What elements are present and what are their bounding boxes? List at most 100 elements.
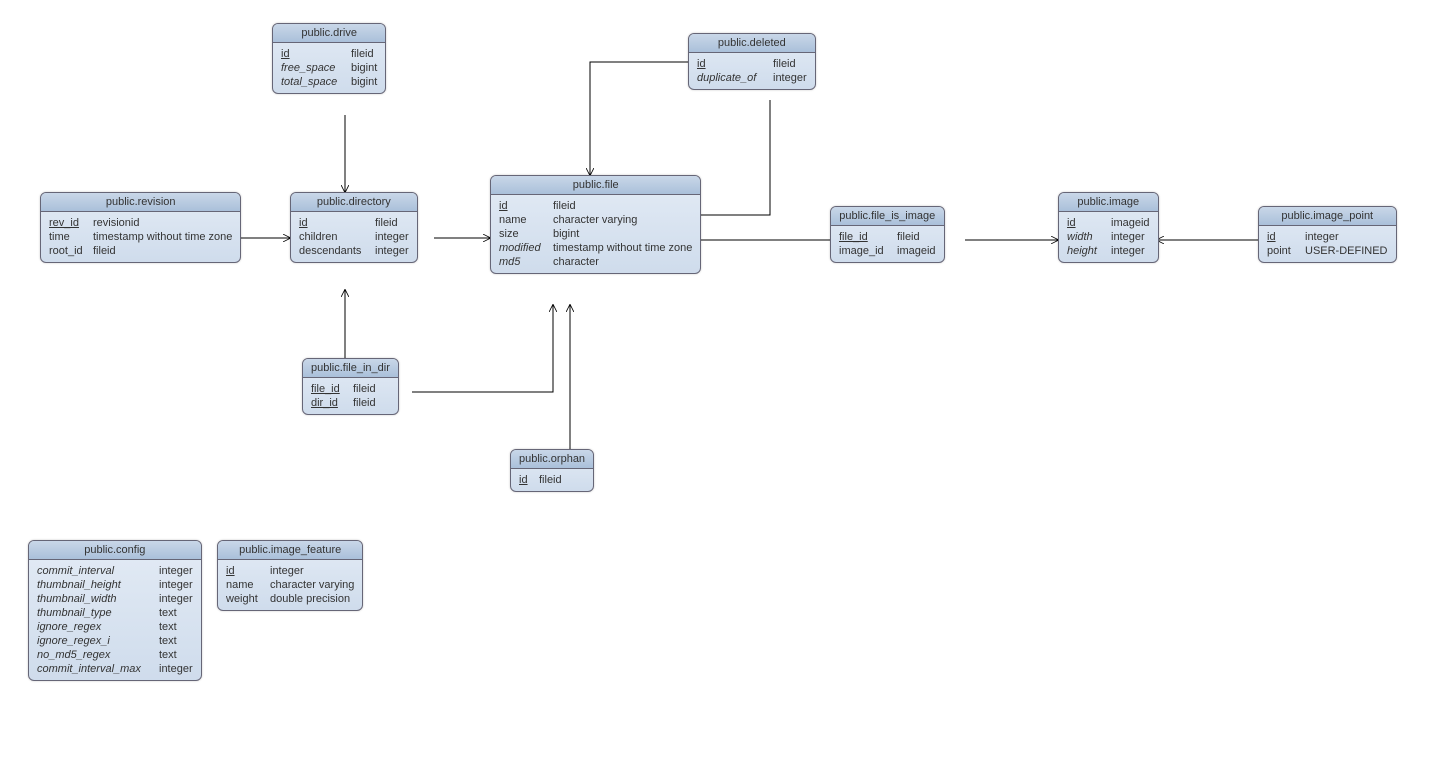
- column-name: commit_interval: [37, 565, 155, 577]
- column-name: id: [499, 200, 549, 212]
- table-row: md5character: [499, 255, 692, 269]
- table-title: public.drive: [273, 24, 385, 43]
- table-row: idfileid: [281, 47, 377, 61]
- table-row: thumbnail_heightinteger: [37, 578, 193, 592]
- table-columns: file_idfileidimage_idimageid: [831, 226, 944, 262]
- column-type: fileid: [371, 217, 398, 229]
- column-name: time: [49, 231, 89, 243]
- table-row: duplicate_ofinteger: [697, 71, 807, 85]
- column-type: bigint: [347, 76, 377, 88]
- table-orphan[interactable]: public.orphanidfileid: [510, 449, 594, 492]
- table-image[interactable]: public.imageidimageidwidthintegerheighti…: [1058, 192, 1159, 263]
- column-type: integer: [371, 231, 409, 243]
- table-columns: idimageidwidthintegerheightinteger: [1059, 212, 1158, 262]
- column-type: bigint: [549, 228, 579, 240]
- column-type: double precision: [266, 593, 350, 605]
- table-row: ignore_regextext: [37, 620, 193, 634]
- column-name: id: [697, 58, 769, 70]
- table-columns: file_idfileiddir_idfileid: [303, 378, 398, 414]
- table-row: total_spacebigint: [281, 75, 377, 89]
- column-name: descendants: [299, 245, 371, 257]
- column-name: children: [299, 231, 371, 243]
- table-title: public.deleted: [689, 34, 815, 53]
- table-row: modifiedtimestamp without time zone: [499, 241, 692, 255]
- table-title: public.file_in_dir: [303, 359, 398, 378]
- table-columns: rev_idrevisionidtimetimestamp without ti…: [41, 212, 240, 262]
- table-row: ignore_regex_itext: [37, 634, 193, 648]
- column-type: integer: [1107, 231, 1145, 243]
- table-file_in_dir[interactable]: public.file_in_dirfile_idfileiddir_idfil…: [302, 358, 399, 415]
- table-revision[interactable]: public.revisionrev_idrevisionidtimetimes…: [40, 192, 241, 263]
- column-type: imageid: [1107, 217, 1150, 229]
- table-row: pointUSER-DEFINED: [1267, 244, 1388, 258]
- table-deleted[interactable]: public.deleted idfileidduplicate_ofintege…: [688, 33, 816, 90]
- table-row: file_idfileid: [311, 382, 390, 396]
- table-row: idinteger: [226, 564, 354, 578]
- column-type: USER-DEFINED: [1301, 245, 1388, 257]
- table-row: dir_idfileid: [311, 396, 390, 410]
- column-type: character varying: [549, 214, 637, 226]
- column-name: rev_id: [49, 217, 89, 229]
- column-type: fileid: [549, 200, 576, 212]
- column-name: width: [1067, 231, 1107, 243]
- column-name: name: [499, 214, 549, 226]
- table-columns: idfileid: [511, 469, 593, 491]
- column-type: text: [155, 649, 177, 661]
- table-row: descendantsinteger: [299, 244, 409, 258]
- column-type: fileid: [89, 245, 116, 257]
- table-row: widthinteger: [1067, 230, 1150, 244]
- table-row: rev_idrevisionid: [49, 216, 232, 230]
- column-type: integer: [155, 593, 193, 605]
- table-image_point[interactable]: public.image_pointidintegerpointUSER-DEF…: [1258, 206, 1397, 263]
- table-title: public.file_is_image: [831, 207, 944, 226]
- table-image_feature[interactable]: public.image_featureidintegernamecharact…: [217, 540, 363, 611]
- column-name: name: [226, 579, 266, 591]
- table-drive[interactable]: public.driveidfileidfree_spacebiginttota…: [272, 23, 386, 94]
- table-title: public.image: [1059, 193, 1158, 212]
- table-directory[interactable]: public.directoryidfileidchildrenintegerd…: [290, 192, 418, 263]
- column-type: fileid: [893, 231, 920, 243]
- table-row: image_idimageid: [839, 244, 936, 258]
- column-type: text: [155, 607, 177, 619]
- column-name: md5: [499, 256, 549, 268]
- table-row: idfileid: [299, 216, 409, 230]
- column-type: character varying: [266, 579, 354, 591]
- column-name: free_space: [281, 62, 347, 74]
- column-type: integer: [266, 565, 304, 577]
- table-row: thumbnail_typetext: [37, 606, 193, 620]
- column-type: integer: [1301, 231, 1339, 243]
- column-type: integer: [1107, 245, 1145, 257]
- column-type: integer: [371, 245, 409, 257]
- table-title: public.orphan: [511, 450, 593, 469]
- table-title: public.image_feature: [218, 541, 362, 560]
- column-name: modified: [499, 242, 549, 254]
- column-name: thumbnail_height: [37, 579, 155, 591]
- table-file_is_image[interactable]: public.file_is_imagefile_idfileidimage_i…: [830, 206, 945, 263]
- column-name: id: [299, 217, 371, 229]
- table-row: idimageid: [1067, 216, 1150, 230]
- table-file[interactable]: public.fileidfileidnamecharacter varying…: [490, 175, 701, 274]
- column-name: image_id: [839, 245, 893, 257]
- column-name: height: [1067, 245, 1107, 257]
- column-name: file_id: [311, 383, 349, 395]
- table-columns: idfileidchildrenintegerdescendantsintege…: [291, 212, 417, 262]
- table-columns: idfileidfree_spacebiginttotal_spacebigin…: [273, 43, 385, 93]
- column-type: integer: [155, 565, 193, 577]
- table-columns: idfileidnamecharacter varyingsizebigintm…: [491, 195, 700, 273]
- column-name: ignore_regex: [37, 621, 155, 633]
- table-columns: idintegernamecharacter varyingweightdoub…: [218, 560, 362, 610]
- column-name: weight: [226, 593, 266, 605]
- table-row: namecharacter varying: [226, 578, 354, 592]
- column-type: integer: [769, 72, 807, 84]
- table-row: idinteger: [1267, 230, 1388, 244]
- table-columns: commit_intervalintegerthumbnail_heightin…: [29, 560, 201, 680]
- table-row: heightinteger: [1067, 244, 1150, 258]
- table-row: no_md5_regextext: [37, 648, 193, 662]
- table-row: file_idfileid: [839, 230, 936, 244]
- table-row: idfileid: [499, 199, 692, 213]
- column-name: total_space: [281, 76, 347, 88]
- column-name: no_md5_regex: [37, 649, 155, 661]
- table-columns: idintegerpointUSER-DEFINED: [1259, 226, 1396, 262]
- table-config[interactable]: public.configcommit_intervalintegerthumb…: [28, 540, 202, 681]
- column-type: fileid: [769, 58, 796, 70]
